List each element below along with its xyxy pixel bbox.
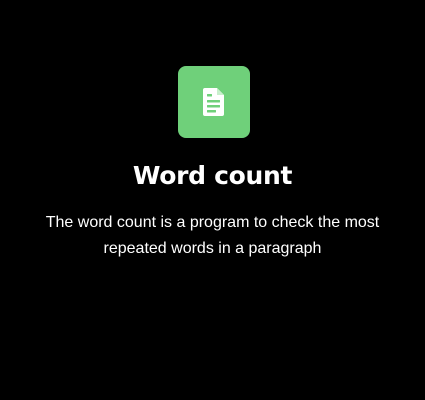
card-description: The word count is a program to check the… bbox=[45, 214, 380, 257]
card-title: Word count bbox=[132, 161, 293, 190]
feature-card: Word count The word count is a program t… bbox=[0, 0, 425, 400]
document-icon bbox=[203, 88, 224, 116]
icon-tile bbox=[178, 66, 250, 138]
